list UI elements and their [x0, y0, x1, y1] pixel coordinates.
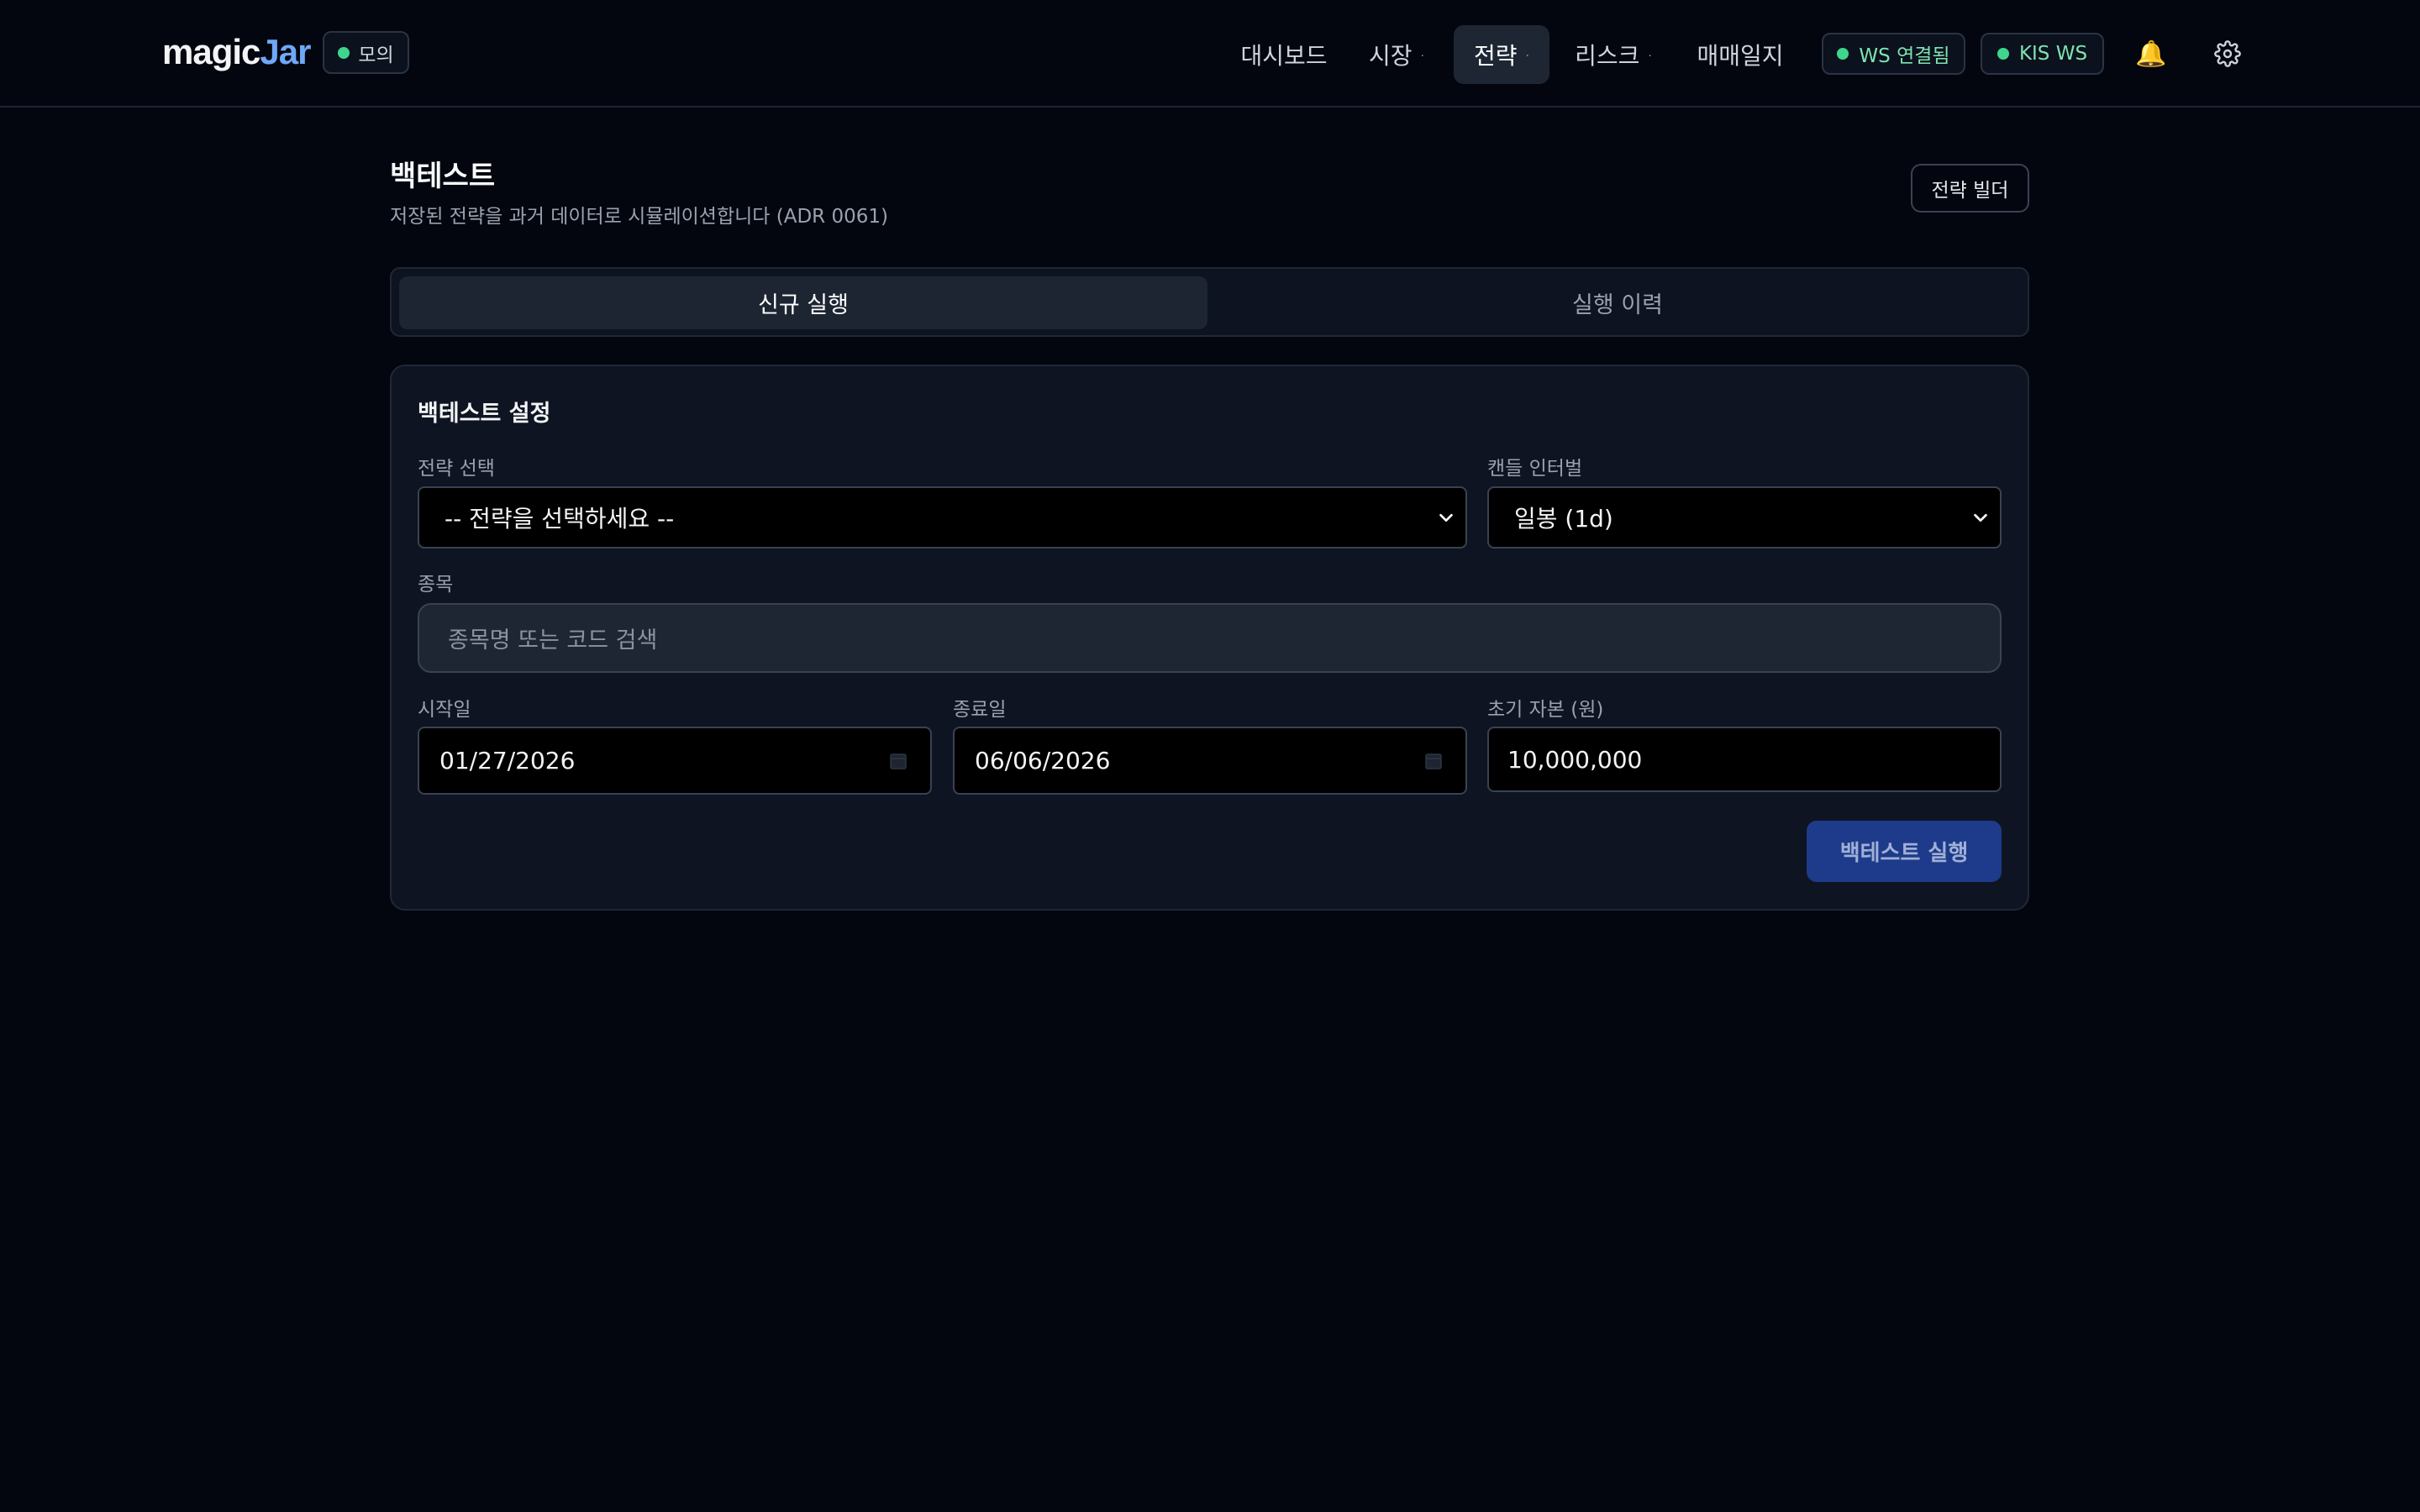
end-date-value: 06/06/2026 — [975, 747, 1111, 774]
run-backtest-button[interactable]: 백테스트 실행 — [1807, 821, 2002, 882]
chevron-down-icon — [1974, 513, 1987, 522]
page-subtitle: 저장된 전략을 과거 데이터로 시뮬레이션합니다 (ADR 0061) — [390, 206, 888, 228]
initial-capital-label: 초기 자본 (원) — [1487, 699, 1604, 721]
mode-badge-label: 모의 — [358, 44, 394, 66]
calendar-icon[interactable] — [1423, 751, 1444, 771]
ws-status-dot — [1837, 48, 1849, 60]
interval-select-label: 캔들 인터벌 — [1487, 458, 1583, 480]
initial-capital-input[interactable]: 10,000,000 — [1487, 727, 2002, 792]
app-logo[interactable]: magicJar — [162, 32, 311, 72]
logo-main-text: magic — [162, 32, 260, 71]
nav-item-strategy[interactable]: 전략 · — [1454, 25, 1549, 84]
nav-item-label: 대시보드 — [1240, 42, 1328, 70]
nav-item-label: 시장 — [1369, 42, 1413, 70]
nav-item-risk[interactable]: 리스크 · — [1568, 25, 1659, 84]
end-date-input[interactable]: 06/06/2026 — [953, 727, 1467, 795]
mode-status-dot — [338, 46, 350, 59]
nav-item-market[interactable]: 시장 · — [1359, 25, 1434, 84]
strategy-select[interactable]: -- 전략을 선택하세요 -- — [418, 486, 1467, 549]
trading-mode-badge: 모의 — [323, 31, 409, 74]
nav-item-trade-journal[interactable]: 매매일지 — [1689, 25, 1791, 84]
kis-status-dot — [1996, 48, 2009, 60]
start-date-input[interactable]: 01/27/2026 — [418, 727, 932, 795]
bell-icon: 🔔 — [2135, 39, 2167, 69]
strategy-select-value: -- 전략을 선택하세요 -- — [445, 505, 675, 533]
end-date-label: 종료일 — [953, 699, 1007, 721]
dropdown-caret-icon: · — [1648, 50, 1652, 63]
tab-new-run[interactable]: 신규 실행 — [399, 276, 1207, 329]
strategy-select-label: 전략 선택 — [418, 458, 495, 480]
candle-interval-select[interactable]: 일봉 (1d) — [1487, 486, 2002, 549]
notifications-button[interactable]: 🔔 — [2129, 32, 2173, 76]
kis-ws-badge: KIS WS — [1981, 33, 2104, 75]
calendar-icon[interactable] — [888, 751, 908, 771]
nav-item-label: 리스크 — [1575, 42, 1640, 70]
interval-select-value: 일봉 (1d) — [1514, 505, 1613, 533]
top-navbar: magicJar 모의 대시보드 시장 · 전략 · 리스크 · 매매일지 WS… — [0, 0, 2420, 108]
nav-item-label: 전략 — [1474, 42, 1518, 70]
nav-item-label: 매매일지 — [1697, 42, 1784, 70]
backtest-tabs: 신규 실행 실행 이력 — [390, 267, 2029, 337]
page-title: 백테스트 — [390, 160, 496, 193]
strategy-builder-button[interactable]: 전략 빌더 — [1911, 164, 2029, 213]
symbol-search-placeholder: 종목명 또는 코드 검색 — [448, 627, 658, 654]
logo-accent-text: Jar — [260, 32, 311, 71]
tab-run-history[interactable]: 실행 이력 — [1213, 276, 2022, 329]
kis-status-label: KIS WS — [2018, 43, 2088, 65]
symbol-search-input[interactable]: 종목명 또는 코드 검색 — [418, 603, 2002, 673]
dropdown-caret-icon: · — [1525, 50, 1529, 63]
initial-capital-value: 10,000,000 — [1507, 745, 1643, 774]
card-title: 백테스트 설정 — [418, 401, 551, 427]
ws-status-label: WS 연결됨 — [1859, 45, 1950, 67]
ws-connection-badge: WS 연결됨 — [1822, 33, 1965, 75]
settings-button[interactable] — [2206, 32, 2249, 76]
dropdown-caret-icon: · — [1420, 50, 1424, 63]
nav-item-dashboard[interactable]: 대시보드 — [1234, 25, 1334, 84]
gear-icon — [2214, 40, 2241, 67]
chevron-down-icon — [1439, 513, 1453, 522]
start-date-label: 시작일 — [418, 699, 471, 721]
start-date-value: 01/27/2026 — [439, 747, 576, 774]
symbol-label: 종목 — [418, 574, 454, 596]
